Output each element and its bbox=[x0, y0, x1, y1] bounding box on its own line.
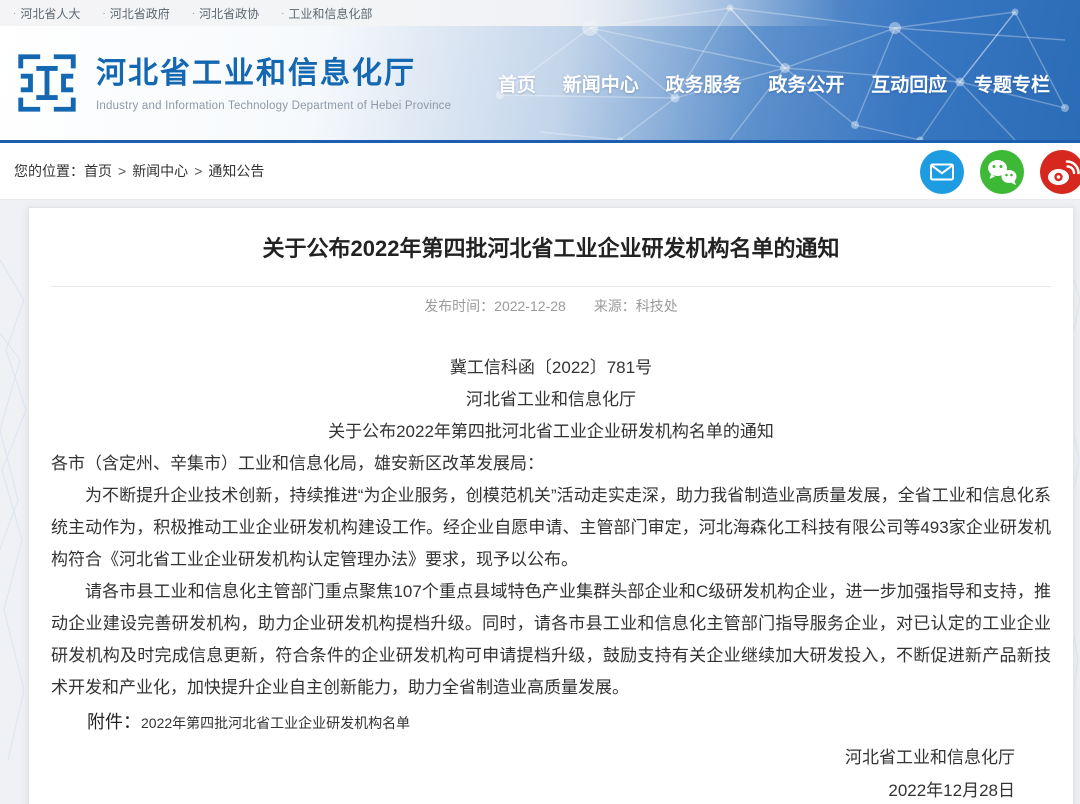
social-share bbox=[920, 150, 1080, 194]
site-subtitle: Industry and Information Technology Depa… bbox=[96, 100, 451, 112]
header: 河北省工业和信息化厅 Industry and Information Tech… bbox=[0, 26, 1080, 140]
nav-news-center[interactable]: 新闻中心 bbox=[563, 70, 639, 97]
topbar-link-renda[interactable]: ·河北省人大 bbox=[13, 5, 80, 22]
topbar-link-miit[interactable]: ·工业和信息化部 bbox=[281, 5, 372, 22]
signature-org: 河北省工业和信息化厅 bbox=[51, 741, 1015, 774]
breadcrumb-notices[interactable]: 通知公告 bbox=[208, 161, 264, 181]
bullet: · bbox=[13, 8, 16, 19]
nav-special-topics[interactable]: 专题专栏 bbox=[974, 70, 1050, 97]
mail-icon[interactable] bbox=[920, 150, 964, 194]
doc-salutation: 各市（含定州、辛集市）工业和信息化局，雄安新区改革发展局： bbox=[51, 448, 1051, 480]
article-meta: 发布时间：2022-12-28 来源：科技处 bbox=[51, 296, 1051, 316]
attachment-link[interactable]: 2022年第四批河北省工业企业研发机构名单 bbox=[141, 715, 410, 731]
breadcrumb-news-center[interactable]: 新闻中心 bbox=[132, 161, 188, 181]
weibo-icon[interactable] bbox=[1040, 150, 1080, 194]
department-seal-icon bbox=[12, 48, 82, 118]
title-divider bbox=[51, 286, 1051, 287]
bullet: · bbox=[192, 8, 195, 19]
doc-paragraph: 请各市县工业和信息化主管部门重点聚焦107个重点县域特色产业集群头部企业和C级研… bbox=[51, 576, 1051, 704]
nav-home[interactable]: 首页 bbox=[498, 70, 536, 97]
attachment-label: 附件： bbox=[87, 712, 141, 732]
doc-title: 关于公布2022年第四批河北省工业企业研发机构名单的通知 bbox=[51, 416, 1051, 448]
wechat-icon[interactable] bbox=[980, 150, 1024, 194]
publish-time: 发布时间：2022-12-28 bbox=[424, 298, 566, 314]
breadcrumb-band: 您的位置： 首页 > 新闻中心 > 通知公告 bbox=[0, 143, 1080, 200]
signature-date: 2022年12月28日 bbox=[51, 774, 1015, 804]
doc-issuing-org: 河北省工业和信息化厅 bbox=[51, 384, 1051, 416]
signature-block: 河北省工业和信息化厅 2022年12月28日 bbox=[51, 741, 1051, 804]
document-body: 冀工信科函〔2022〕781号 河北省工业和信息化厅 关于公布2022年第四批河… bbox=[51, 352, 1051, 804]
breadcrumb-prefix: 您的位置： bbox=[14, 161, 84, 181]
article-title: 关于公布2022年第四批河北省工业企业研发机构名单的通知 bbox=[51, 234, 1051, 264]
site-logo[interactable]: 河北省工业和信息化厅 Industry and Information Tech… bbox=[12, 48, 451, 118]
topbar-link-zhengfu[interactable]: ·河北省政府 bbox=[102, 5, 169, 22]
nav-gov-disclosure[interactable]: 政务公开 bbox=[768, 70, 844, 97]
article-source: 来源：科技处 bbox=[594, 298, 678, 314]
nav-interaction[interactable]: 互动回应 bbox=[871, 70, 947, 97]
article-card: 关于公布2022年第四批河北省工业企业研发机构名单的通知 发布时间：2022-1… bbox=[28, 207, 1074, 804]
breadcrumb-home[interactable]: 首页 bbox=[84, 161, 112, 181]
nav-gov-services[interactable]: 政务服务 bbox=[666, 70, 742, 97]
main-nav: 首页 新闻中心 政务服务 政务公开 互动回应 专题专栏 bbox=[498, 26, 1050, 140]
site-title: 河北省工业和信息化厅 bbox=[96, 56, 451, 92]
breadcrumb-separator: > bbox=[194, 163, 202, 179]
bullet: · bbox=[102, 8, 105, 19]
bullet: · bbox=[281, 8, 284, 19]
doc-paragraph: 为不断提升企业技术创新，持续推进“为企业服务，创模范机关”活动走实走深，助力我省… bbox=[51, 480, 1051, 576]
topbar: ·河北省人大 ·河北省政府 ·河北省政协 ·工业和信息化部 bbox=[0, 0, 1080, 26]
site-banner: ·河北省人大 ·河北省政府 ·河北省政协 ·工业和信息化部 bbox=[0, 0, 1080, 143]
topbar-link-zhengxie[interactable]: ·河北省政协 bbox=[192, 5, 259, 22]
breadcrumb-separator: > bbox=[118, 163, 126, 179]
doc-number: 冀工信科函〔2022〕781号 bbox=[51, 352, 1051, 384]
attachment-line: 附件：2022年第四批河北省工业企业研发机构名单 bbox=[51, 706, 1051, 739]
